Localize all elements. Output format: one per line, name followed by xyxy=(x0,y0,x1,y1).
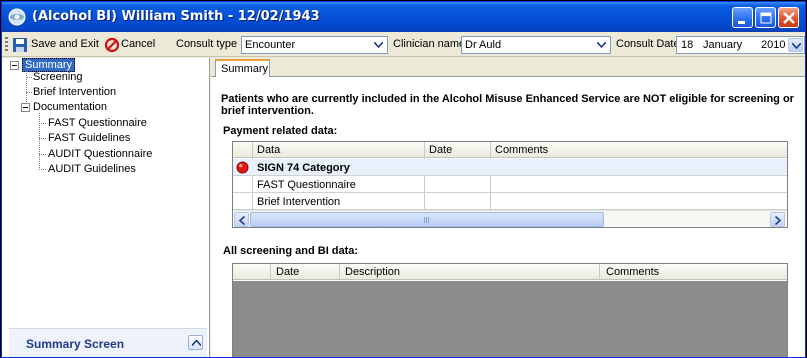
chevron-down-icon[interactable] xyxy=(371,38,386,52)
consult-date-month[interactable]: January xyxy=(703,39,742,51)
tree-item-fast-guidelines[interactable]: FAST Guidelines xyxy=(48,132,130,144)
row-data: FAST Questionnaire xyxy=(257,179,356,191)
tree-item-documentation[interactable]: Documentation xyxy=(33,101,107,113)
tree-connector xyxy=(26,77,32,78)
tree-connector xyxy=(26,92,32,93)
tree-connector xyxy=(39,138,46,139)
column-divider xyxy=(599,264,600,280)
tree-connector xyxy=(39,113,40,170)
minimize-icon xyxy=(738,21,745,24)
tree-item-screening[interactable]: Screening xyxy=(33,71,83,83)
tree-item-audit-questionnaire[interactable]: AUDIT Questionnaire xyxy=(48,148,152,160)
column-header-comments[interactable]: Comments xyxy=(606,266,659,278)
column-header-date[interactable]: Date xyxy=(276,266,299,278)
grid-header: Date Description Comments xyxy=(233,264,787,280)
toolbar-grip[interactable] xyxy=(5,37,8,53)
window-title: (Alcohol BI) William Smith - 12/02/1943 xyxy=(32,9,320,24)
navigation-tree: Summary Screening Brief Intervention Doc… xyxy=(2,58,210,357)
tree-item-brief-intervention[interactable]: Brief Intervention xyxy=(33,86,116,98)
collapse-panel-button[interactable] xyxy=(188,335,203,350)
tree-connector xyxy=(39,154,46,155)
cancel-icon[interactable] xyxy=(104,37,120,53)
summary-tab-panel: Patients who are currently included in t… xyxy=(211,76,805,357)
summary-screen-panel: Summary Screen xyxy=(9,328,207,357)
column-divider xyxy=(270,264,271,280)
tab-summary-label: Summary xyxy=(221,63,269,75)
main-content: Patients who are currently included in t… xyxy=(211,58,805,357)
payment-data-title: Payment related data: xyxy=(223,125,338,137)
column-divider xyxy=(339,264,340,280)
column-header-comments[interactable]: Comments xyxy=(495,144,548,156)
screening-data-title: All screening and BI data: xyxy=(223,245,359,257)
scroll-left-button[interactable] xyxy=(234,212,249,227)
maximize-icon xyxy=(760,12,772,24)
app-icon xyxy=(8,8,26,26)
column-header-data[interactable]: Data xyxy=(257,144,280,156)
cancel-button[interactable]: Cancel xyxy=(121,38,155,50)
tree-item-audit-guidelines[interactable]: AUDIT Guidelines xyxy=(48,163,136,175)
chevron-left-icon xyxy=(239,216,245,225)
column-header-date[interactable]: Date xyxy=(429,144,452,156)
collapse-documentation-icon[interactable] xyxy=(21,103,30,112)
consult-type-label: Consult type xyxy=(176,38,238,50)
chevron-right-icon xyxy=(775,216,781,225)
scroll-thumb[interactable] xyxy=(250,212,604,227)
table-row[interactable]: Brief Intervention xyxy=(233,193,787,210)
clinician-name-label: Clinician name xyxy=(393,38,466,50)
chevron-down-icon[interactable] xyxy=(594,38,609,52)
title-bar[interactable]: (Alcohol BI) William Smith - 12/02/1943 xyxy=(2,2,805,32)
tab-summary[interactable]: Summary xyxy=(215,59,270,77)
close-button[interactable] xyxy=(778,7,799,28)
app-window: (Alcohol BI) William Smith - 12/02/1943 … xyxy=(1,1,806,358)
consult-date-picker[interactable]: 18 January 2010 xyxy=(676,36,805,54)
close-icon xyxy=(783,12,795,24)
save-exit-button[interactable]: Save and Exit xyxy=(31,38,99,50)
horizontal-scrollbar[interactable] xyxy=(233,210,787,227)
column-header-description[interactable]: Description xyxy=(345,266,400,278)
clinician-name-select[interactable]: Dr Auld xyxy=(461,36,611,54)
calendar-dropdown-icon[interactable] xyxy=(788,38,803,52)
payment-data-grid: Data Date Comments SIGN 74 Category FAST… xyxy=(232,141,788,228)
screening-data-grid: Date Description Comments xyxy=(232,263,788,357)
scroll-right-button[interactable] xyxy=(770,212,785,227)
chevron-up-icon xyxy=(192,340,201,346)
maximize-button[interactable] xyxy=(755,7,776,28)
eligibility-warning: Patients who are currently included in t… xyxy=(221,93,794,117)
row-data: SIGN 74 Category xyxy=(257,162,350,174)
grid-empty-area xyxy=(233,281,787,357)
row-data: Brief Intervention xyxy=(257,196,341,208)
tree-connector xyxy=(39,169,46,170)
grid-header: Data Date Comments xyxy=(233,142,787,158)
toolbar: Save and Exit Cancel Consult type Encoun… xyxy=(2,33,805,57)
table-row[interactable]: FAST Questionnaire xyxy=(233,176,787,193)
tree-item-fast-questionnaire[interactable]: FAST Questionnaire xyxy=(48,117,147,129)
minimize-button[interactable] xyxy=(732,7,753,28)
red-status-icon xyxy=(236,161,249,174)
consult-type-select[interactable]: Encounter xyxy=(241,36,388,54)
clinician-name-value: Dr Auld xyxy=(465,39,502,51)
summary-screen-label: Summary Screen xyxy=(26,337,125,351)
consult-type-value: Encounter xyxy=(245,39,296,51)
collapse-summary-icon[interactable] xyxy=(10,61,19,70)
tree-item-summary[interactable]: Summary xyxy=(22,58,76,72)
save-icon[interactable] xyxy=(12,37,28,53)
consult-date-label: Consult Date xyxy=(616,38,680,50)
table-row[interactable]: SIGN 74 Category xyxy=(233,159,787,176)
consult-date-day[interactable]: 18 xyxy=(681,39,693,51)
tree-connector xyxy=(39,123,46,124)
consult-date-year[interactable]: 2010 xyxy=(761,39,785,51)
